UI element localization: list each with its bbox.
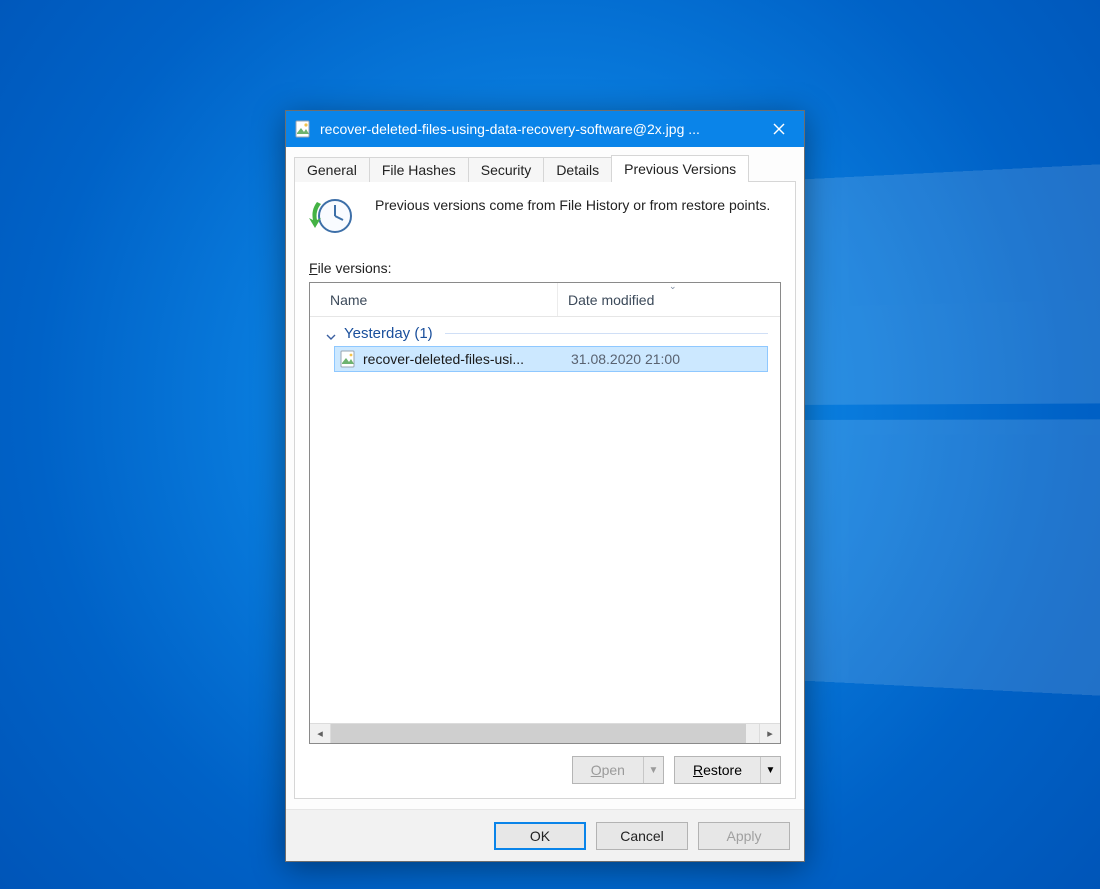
- action-buttons-row: Open ▼ Restore ▼: [309, 744, 781, 784]
- image-file-icon: [294, 120, 312, 138]
- list-item-name: recover-deleted-files-usi...: [363, 351, 561, 367]
- scrollbar-thumb[interactable]: [331, 724, 746, 743]
- column-header-date-label: Date modified: [568, 292, 654, 308]
- restore-button-label: Restore: [675, 757, 760, 783]
- open-split-button[interactable]: Open ▼: [572, 756, 664, 784]
- dialog-footer: OK Cancel Apply: [286, 809, 804, 861]
- open-button-label: Open: [573, 757, 643, 783]
- list-header: Name ⌄ Date modified: [310, 283, 780, 317]
- tab-details[interactable]: Details: [543, 157, 612, 182]
- list-body[interactable]: Yesterday (1) recover-deleted-files-usi.…: [310, 317, 780, 723]
- group-label: Yesterday (1): [344, 325, 433, 342]
- sort-indicator-icon: ⌄: [669, 282, 677, 292]
- image-file-icon: [339, 350, 357, 368]
- tab-panel-previous-versions: Previous versions come from File History…: [294, 181, 796, 799]
- group-separator: [445, 333, 768, 334]
- tab-security[interactable]: Security: [468, 157, 545, 182]
- file-versions-label: File versions:: [309, 260, 781, 276]
- list-item[interactable]: recover-deleted-files-usi... 31.08.2020 …: [334, 346, 768, 372]
- intro-row: Previous versions come from File History…: [309, 196, 781, 236]
- restore-split-button[interactable]: Restore ▼: [674, 756, 781, 784]
- ok-button[interactable]: OK: [494, 822, 586, 850]
- list-item-date: 31.08.2020 21:00: [561, 351, 680, 367]
- tab-file-hashes[interactable]: File Hashes: [369, 157, 469, 182]
- scrollbar-track[interactable]: [330, 724, 760, 743]
- horizontal-scrollbar[interactable]: ◂ ▸: [310, 723, 780, 743]
- window-title: recover-deleted-files-using-data-recover…: [320, 121, 754, 137]
- clock-history-icon: [309, 196, 355, 236]
- open-split-dropdown[interactable]: ▼: [643, 757, 663, 783]
- properties-dialog: recover-deleted-files-using-data-recover…: [285, 110, 805, 862]
- group-yesterday[interactable]: Yesterday (1): [310, 317, 780, 344]
- tab-strip: General File Hashes Security Details Pre…: [294, 153, 796, 181]
- cancel-button[interactable]: Cancel: [596, 822, 688, 850]
- tab-previous-versions[interactable]: Previous Versions: [611, 155, 749, 182]
- scroll-left-icon[interactable]: ◂: [310, 724, 330, 743]
- tab-general[interactable]: General: [294, 157, 370, 182]
- restore-split-dropdown[interactable]: ▼: [760, 757, 780, 783]
- column-header-date-modified[interactable]: ⌄ Date modified: [558, 283, 780, 316]
- column-header-name[interactable]: Name: [310, 283, 558, 316]
- scroll-right-icon[interactable]: ▸: [760, 724, 780, 743]
- titlebar[interactable]: recover-deleted-files-using-data-recover…: [286, 111, 804, 147]
- file-versions-list: Name ⌄ Date modified Yesterday (1): [309, 282, 781, 744]
- intro-text: Previous versions come from File History…: [375, 196, 770, 236]
- close-button[interactable]: [754, 111, 804, 147]
- chevron-down-icon: [326, 329, 336, 339]
- apply-button[interactable]: Apply: [698, 822, 790, 850]
